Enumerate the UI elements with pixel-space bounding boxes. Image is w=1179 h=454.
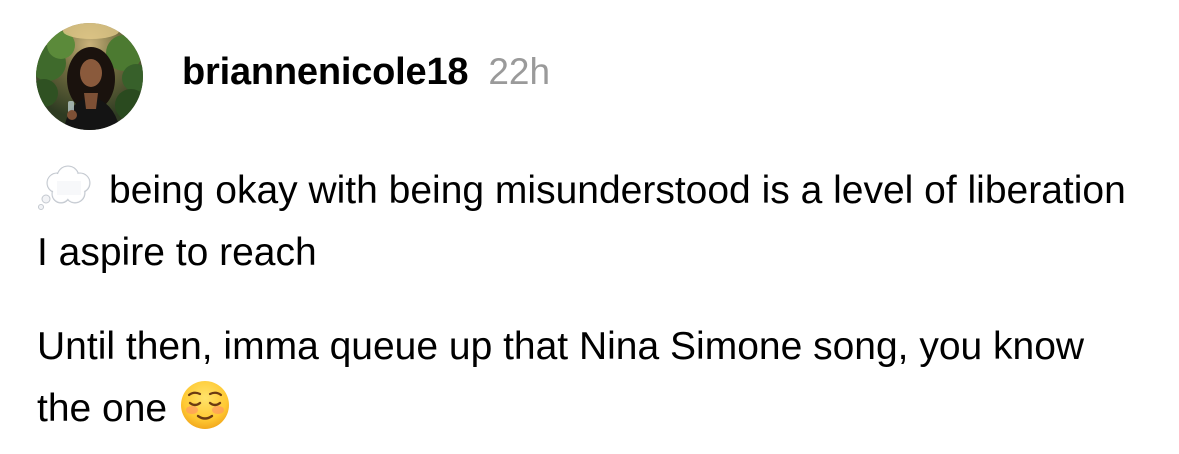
post-paragraph-1-text: being okay with being misunderstood is a… (37, 169, 1126, 274)
relieved-face-icon (179, 379, 231, 431)
post-header: briannenicole18 22h (36, 22, 550, 130)
post-paragraph-1: being okay with being misunderstood is a… (37, 160, 1147, 284)
post-paragraph-2: Until then, imma queue up that Nina Simo… (37, 316, 1147, 440)
post-card: briannenicole18 22h being okay with bein… (0, 0, 1179, 454)
post-body: being okay with being misunderstood is a… (37, 160, 1147, 440)
thought-balloon-icon (37, 163, 95, 211)
username-link[interactable]: briannenicole18 (182, 51, 469, 94)
avatar[interactable] (36, 22, 143, 130)
post-meta: briannenicole18 22h (182, 51, 550, 94)
profile-photo-icon (36, 22, 143, 130)
post-timestamp[interactable]: 22h (488, 51, 550, 93)
